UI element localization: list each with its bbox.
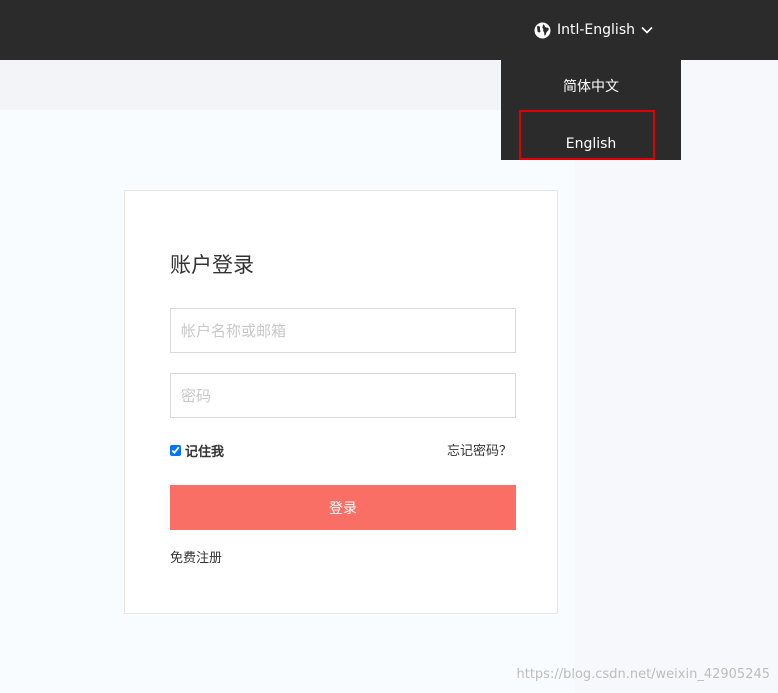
login-card: 账户登录 记住我 忘记密码？ 登录 免费注册	[124, 190, 558, 614]
remember-me-option[interactable]: 记住我	[170, 441, 224, 460]
language-option-english[interactable]: English	[501, 136, 681, 152]
header-subband	[0, 60, 501, 110]
top-navigation-bar: Intl-English	[0, 0, 778, 60]
watermark-text: https://blog.csdn.net/weixin_42905245	[516, 667, 770, 682]
password-input[interactable]	[170, 373, 516, 418]
forgot-password-link[interactable]: 忘记密码？	[447, 440, 512, 459]
username-input[interactable]	[170, 308, 516, 353]
register-link[interactable]: 免费注册	[170, 547, 222, 566]
chevron-down-icon	[641, 26, 653, 34]
login-button[interactable]: 登录	[170, 485, 516, 530]
language-dropdown-menu: 简体中文 English	[501, 60, 681, 160]
remember-me-label: 记住我	[185, 445, 225, 460]
page-title: 账户登录	[170, 253, 254, 277]
language-selector-label: Intl-English	[557, 22, 635, 38]
language-option-simplified-chinese[interactable]: 简体中文	[501, 76, 681, 96]
language-selector[interactable]: Intl-English	[534, 20, 653, 40]
globe-icon	[534, 22, 551, 38]
remember-me-checkbox[interactable]	[170, 445, 181, 456]
